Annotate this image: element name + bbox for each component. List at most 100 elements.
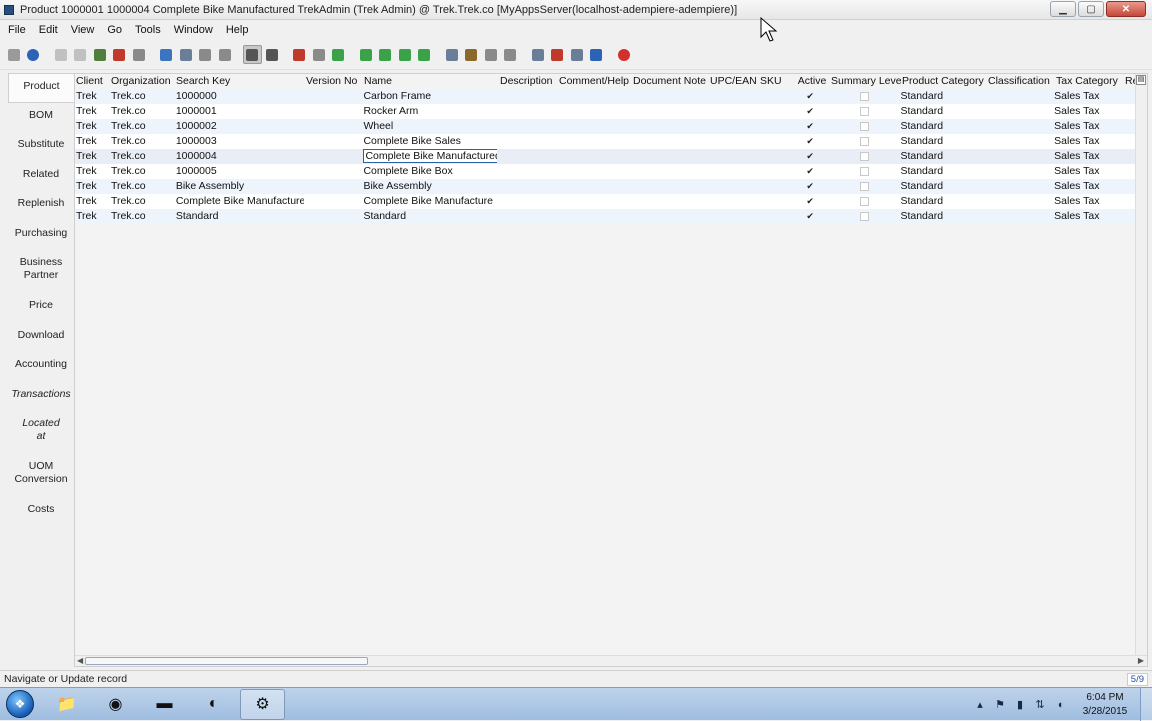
description-cell[interactable] xyxy=(498,89,557,104)
tab-bom[interactable]: BOM xyxy=(8,103,74,133)
column-header-document-note[interactable]: Document Note xyxy=(632,74,709,89)
next-record-icon[interactable] xyxy=(395,45,414,64)
upc-ean-cell[interactable] xyxy=(708,89,758,104)
checkbox-unchecked-icon[interactable] xyxy=(859,167,869,176)
product-category-cell[interactable]: Standard xyxy=(899,164,985,179)
upc-ean-cell[interactable] xyxy=(708,119,758,134)
menu-view[interactable]: View xyxy=(67,24,99,36)
document-note-cell[interactable] xyxy=(631,164,708,179)
sku-cell[interactable] xyxy=(758,194,792,209)
java-app-icon[interactable]: ◐ xyxy=(191,689,236,720)
active-cell[interactable]: ✔ xyxy=(792,119,829,134)
table-row[interactable]: Trek Trek.co 1000003 Complete Bike Sales ✔ St… xyxy=(75,134,1137,149)
document-note-cell[interactable] xyxy=(631,149,708,164)
summary-level-cell[interactable] xyxy=(829,89,900,104)
file-explorer-icon[interactable]: 📁 xyxy=(44,689,89,720)
upc-ean-cell[interactable] xyxy=(708,134,758,149)
tab-costs[interactable]: Costs xyxy=(8,497,74,527)
help-icon[interactable] xyxy=(24,45,43,64)
document-note-cell[interactable] xyxy=(631,104,708,119)
name-cell[interactable]: Carbon Frame xyxy=(362,89,498,104)
name-cell[interactable]: Complete Bike Box xyxy=(362,164,498,179)
sku-cell[interactable] xyxy=(758,179,792,194)
upc-ean-cell[interactable] xyxy=(708,149,758,164)
classification-cell[interactable] xyxy=(985,164,1053,179)
exit-icon[interactable] xyxy=(614,45,633,64)
organization-cell[interactable]: Trek.co xyxy=(110,179,175,194)
tab-substitute[interactable]: Substitute xyxy=(8,132,74,162)
classification-cell[interactable] xyxy=(985,194,1053,209)
checkbox-unchecked-icon[interactable] xyxy=(859,137,869,146)
classification-cell[interactable] xyxy=(985,209,1053,224)
version-no-cell[interactable] xyxy=(305,104,363,119)
checkbox-unchecked-icon[interactable] xyxy=(859,152,869,161)
search-key-cell[interactable]: 1000004 xyxy=(175,149,305,164)
organization-cell[interactable]: Trek.co xyxy=(110,149,175,164)
last-record-icon[interactable] xyxy=(415,45,434,64)
organization-cell[interactable]: Trek.co xyxy=(110,164,175,179)
battery-icon[interactable]: ▮ xyxy=(1010,698,1030,711)
comment-help-cell[interactable] xyxy=(557,119,631,134)
flag-icon[interactable]: ⚑ xyxy=(990,698,1010,711)
home-icon[interactable] xyxy=(290,45,309,64)
tax-category-cell[interactable]: Sales Tax xyxy=(1053,164,1122,179)
workflow-icon[interactable] xyxy=(548,45,567,64)
forward-icon[interactable] xyxy=(329,45,348,64)
comment-help-cell[interactable] xyxy=(557,104,631,119)
tab-product[interactable]: Product xyxy=(8,73,74,103)
name-cell[interactable]: Complete Bike Manufactured xyxy=(362,149,498,164)
comment-help-cell[interactable] xyxy=(557,194,631,209)
checkbox-checked-icon[interactable]: ✔ xyxy=(806,152,815,161)
description-cell[interactable] xyxy=(498,209,557,224)
column-header-client[interactable]: Client xyxy=(75,74,110,89)
description-cell[interactable] xyxy=(498,104,557,119)
checkbox-unchecked-icon[interactable] xyxy=(859,92,869,101)
classification-cell[interactable] xyxy=(985,149,1053,164)
table-row[interactable]: Trek Trek.co Bike Assembly Bike Assembly ✔ St… xyxy=(75,179,1137,194)
previous-record-icon[interactable] xyxy=(376,45,395,64)
chrome-icon[interactable]: ◉ xyxy=(93,689,138,720)
search-key-cell[interactable]: 1000005 xyxy=(175,164,305,179)
version-no-cell[interactable] xyxy=(305,209,363,224)
multi-window-icon[interactable] xyxy=(215,45,234,64)
column-header-name[interactable]: Name xyxy=(363,74,499,89)
name-cell[interactable]: Standard xyxy=(362,209,498,224)
column-header-version-no[interactable]: Version No xyxy=(305,74,363,89)
scroll-right-icon[interactable]: ▶ xyxy=(1138,656,1144,665)
tab-accounting[interactable]: Accounting xyxy=(8,352,74,382)
name-cell[interactable]: Bike Assembly xyxy=(362,179,498,194)
column-header-search-key[interactable]: Search Key xyxy=(175,74,305,89)
menu-edit[interactable]: Edit xyxy=(35,24,62,36)
table-row[interactable]: Trek Trek.co 1000002 Wheel ✔ Standard Sales Ta… xyxy=(75,119,1137,134)
search-key-cell[interactable]: Bike Assembly xyxy=(175,179,305,194)
comment-help-cell[interactable] xyxy=(557,209,631,224)
tab-purchasing[interactable]: Purchasing xyxy=(8,221,74,251)
tab-price[interactable]: Price xyxy=(8,293,74,323)
version-no-cell[interactable] xyxy=(305,194,363,209)
description-cell[interactable] xyxy=(498,149,557,164)
document-note-cell[interactable] xyxy=(631,134,708,149)
document-note-cell[interactable] xyxy=(631,119,708,134)
tax-category-cell[interactable]: Sales Tax xyxy=(1053,104,1122,119)
column-header-tax-category[interactable]: Tax Category xyxy=(1055,74,1124,89)
client-cell[interactable]: Trek xyxy=(75,134,110,149)
version-no-cell[interactable] xyxy=(305,164,363,179)
summary-level-cell[interactable] xyxy=(829,164,900,179)
column-header-upc-ean[interactable]: UPC/EAN xyxy=(709,74,759,89)
product-category-cell[interactable]: Standard xyxy=(899,104,985,119)
organization-cell[interactable]: Trek.co xyxy=(110,134,175,149)
checkbox-checked-icon[interactable]: ✔ xyxy=(806,212,815,221)
upc-ean-cell[interactable] xyxy=(708,194,758,209)
comment-help-cell[interactable] xyxy=(557,149,631,164)
table-row[interactable]: Trek Trek.co 1000004 Complete Bike Manufact… xyxy=(75,149,1137,164)
tax-category-cell[interactable]: Sales Tax xyxy=(1053,179,1122,194)
description-cell[interactable] xyxy=(498,119,557,134)
active-cell[interactable]: ✔ xyxy=(792,104,829,119)
active-cell[interactable]: ✔ xyxy=(792,134,829,149)
archived-docs-icon[interactable] xyxy=(462,45,481,64)
menu-help[interactable]: Help xyxy=(222,24,253,36)
client-cell[interactable]: Trek xyxy=(75,209,110,224)
summary-level-cell[interactable] xyxy=(829,104,900,119)
grid-toggle-icon[interactable] xyxy=(242,45,262,64)
checkbox-checked-icon[interactable]: ✔ xyxy=(806,182,815,191)
